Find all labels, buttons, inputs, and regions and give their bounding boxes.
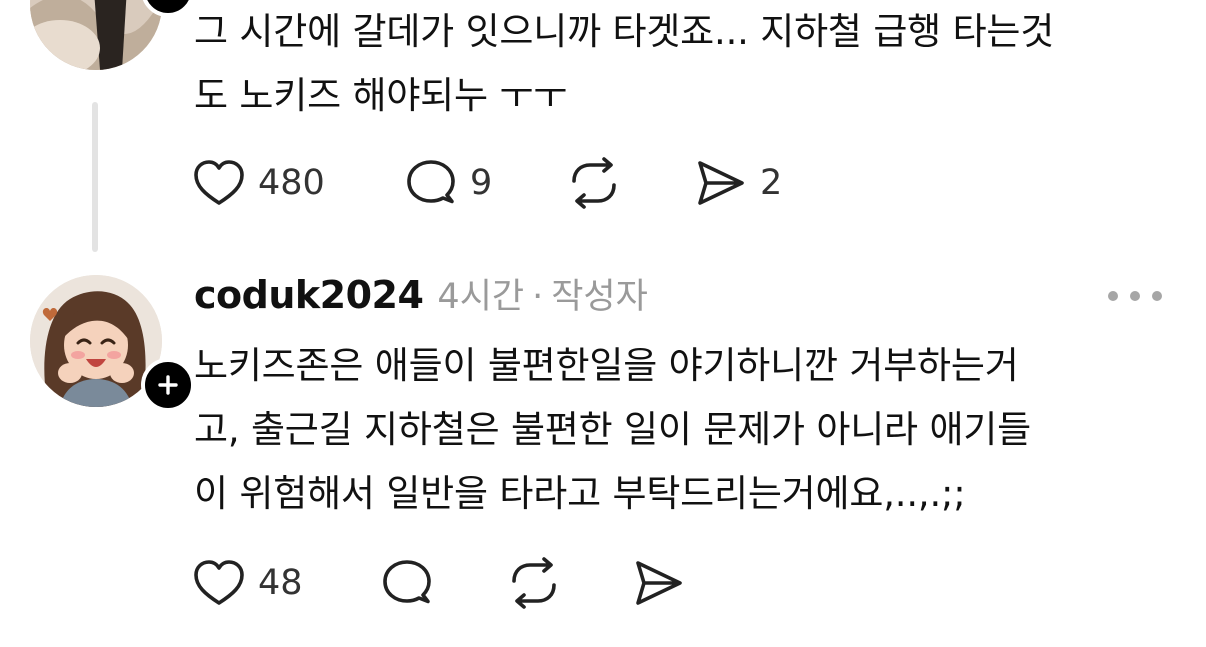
comment-2-header: coduk2024 4시간 · 작성자 [194,268,648,324]
heart-icon [194,160,244,205]
text-line: 도 노키즈 해야되누 ㅜㅜ [194,74,568,117]
text-line: 그 시간에 갈데가 잇으니까 타겟죠... 지하철 급행 타는것 [194,10,1055,53]
repost-icon [512,557,556,609]
text-line: 고, 출근길 지하철은 불편한 일이 문제가 아니라 애기들 [194,408,1031,451]
plus-icon [157,0,179,1]
text-line: 노키즈존은 애들이 불편한일을 야기하니깐 거부하는거 [194,344,1019,387]
comment-2-text: 노키즈존은 애들이 불편한일을 야기하니깐 거부하는거 고, 출근길 지하철은 … [194,334,1184,526]
text-line: 이 위험해서 일반을 타라고 부탁드리는거에요,..,.;; [194,472,966,515]
avatar-comment-2[interactable] [30,275,195,412]
repost-button[interactable] [566,155,622,211]
reply-button[interactable]: 9 [404,155,492,211]
speech-bubble-icon [407,160,455,204]
speech-bubble-icon [383,560,431,604]
heart-icon [194,560,244,605]
more-horizontal-icon-dot [1152,291,1162,301]
like-count: 48 [258,563,303,603]
meta-separator: · [532,277,544,317]
more-horizontal-icon-dot [1130,291,1140,301]
plus-icon [158,375,178,395]
more-horizontal-icon-dot [1108,291,1118,301]
timestamp: 4시간 [437,277,525,317]
send-icon [636,561,682,605]
repost-button[interactable] [506,555,562,611]
comment-1-text: 그 시간에 갈데가 잇으니까 타겟죠... 지하철 급행 타는것 도 노키즈 해… [194,0,1184,128]
follow-button[interactable] [141,358,195,412]
like-button[interactable]: 480 [192,155,325,211]
username[interactable]: coduk2024 [194,273,424,317]
avatar-comment-1[interactable] [30,0,195,70]
reply-count: 9 [470,163,493,203]
author-tag: 작성자 [551,277,648,317]
repost-icon [572,157,616,209]
share-button[interactable]: 2 [694,155,782,211]
like-button[interactable]: 48 [192,555,303,611]
share-count: 2 [760,163,783,203]
avatar-image [30,0,162,70]
send-icon [698,161,744,205]
more-options-button[interactable] [1108,282,1162,310]
thread-line [92,102,98,252]
reply-button[interactable] [380,555,434,611]
share-button[interactable] [632,555,686,611]
like-count: 480 [258,163,325,203]
